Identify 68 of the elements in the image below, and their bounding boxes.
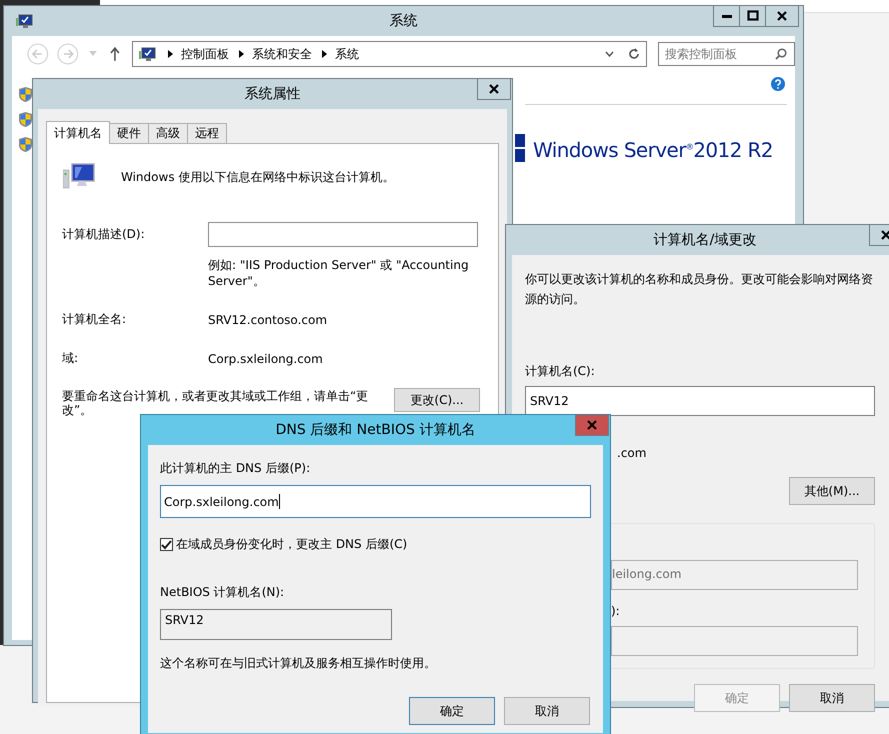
breadcrumb-item[interactable]: 系统和安全 (252, 46, 312, 62)
tab[interactable]: 计算机名 (46, 121, 110, 144)
field-label: 计算机描述(D): (62, 226, 146, 243)
chevron-down-icon[interactable] (604, 51, 614, 57)
breadcrumb-item[interactable]: 系统 (334, 46, 359, 62)
check-icon (161, 540, 172, 550)
tab[interactable]: 硬件 (109, 123, 149, 143)
field-label: 域: (62, 350, 80, 367)
checkbox[interactable] (160, 538, 173, 551)
workgroup-field[interactable] (611, 626, 858, 656)
minimize-button[interactable] (713, 6, 740, 27)
full-name-value: SRV12.contoso.com (208, 312, 328, 326)
window-title: 系统 (390, 12, 418, 30)
shield-icon[interactable] (19, 112, 32, 127)
field-value: leilong.com (612, 567, 682, 581)
tab[interactable]: 远程 (187, 123, 227, 143)
more-button[interactable]: 其他(M)... (789, 477, 875, 505)
field-label: 此计算机的主 DNS 后缀(P): (160, 460, 312, 477)
chevron-icon (168, 50, 173, 58)
close-button[interactable] (477, 79, 511, 100)
field-label: 计算机全名: (62, 311, 128, 328)
dns-suffix-field[interactable]: Corp.sxleilong.com (160, 485, 591, 518)
full-name-value: .com (617, 446, 648, 460)
netbios-name-field: SRV12 (160, 609, 392, 640)
field-label: NetBIOS 计算机名(N): (160, 584, 286, 601)
close-icon (776, 10, 788, 22)
description-text: 你可以更改该计算机的名称和成员身份。更改可能会影响对网络资源的访问。 (525, 271, 874, 308)
product-logo: Windows Server$^{®}$2012 R2 (533, 138, 773, 162)
cancel-button[interactable]: 取消 (504, 697, 590, 725)
close-icon (488, 83, 500, 95)
domain-field[interactable]: leilong.com (611, 560, 858, 590)
shield-icon[interactable] (19, 137, 32, 152)
computer-icon (16, 14, 33, 28)
chevron-icon (322, 50, 327, 58)
checkbox-label: 在域成员身份变化时，更改主 DNS 后缀(C) (176, 536, 408, 553)
shield-icon[interactable] (19, 87, 32, 102)
ok-button[interactable]: 确定 (409, 697, 495, 725)
note-text: 这个名称可在与旧式计算机及服务相互操作时使用。 (160, 655, 437, 672)
close-icon (586, 419, 598, 431)
instruction-text: 要重命名这台计算机，或者更改其域或工作组，请单击“更改”。 (62, 389, 370, 417)
domain-value: Corp.sxleilong.com (208, 352, 324, 366)
computer-name-field[interactable]: SRV12 (525, 386, 875, 416)
minimize-icon (722, 14, 732, 18)
computer-icon (138, 47, 156, 61)
dialog-title: DNS 后缀和 NetBIOS 计算机名 (276, 421, 476, 439)
dialog-title: 系统属性 (244, 85, 300, 103)
change-button[interactable]: 更改(C)... (394, 388, 480, 412)
description-field[interactable] (208, 222, 478, 247)
close-icon (880, 229, 889, 241)
hint-text: 例如: "IIS Production Server" 或 "Accounting Server"。 (208, 257, 470, 289)
up-arrow-icon[interactable] (110, 47, 120, 61)
help-icon (771, 77, 785, 91)
description-text: Windows 使用以下信息在网络中标识这台计算机。 (121, 168, 394, 186)
maximize-icon (746, 10, 758, 22)
breadcrumb-item[interactable]: 控制面板 (180, 46, 229, 62)
logo-mark-icon (515, 134, 527, 162)
tab[interactable]: 高级 (148, 123, 188, 143)
search-field[interactable]: 搜索控制面板 (658, 42, 795, 66)
close-button[interactable] (765, 6, 799, 27)
field-label: ): (611, 604, 621, 618)
chevron-icon (238, 50, 244, 58)
address-bar[interactable]: 控制面板 系统和安全 系统 (132, 41, 647, 67)
dialog-title: 计算机名/域更改 (654, 231, 756, 249)
field-value: Corp.sxleilong.com (164, 494, 279, 508)
refresh-icon[interactable] (628, 48, 640, 60)
search-icon (774, 48, 787, 60)
cancel-button[interactable]: 取消 (789, 684, 875, 712)
field-label: 计算机名(C): (525, 363, 596, 380)
